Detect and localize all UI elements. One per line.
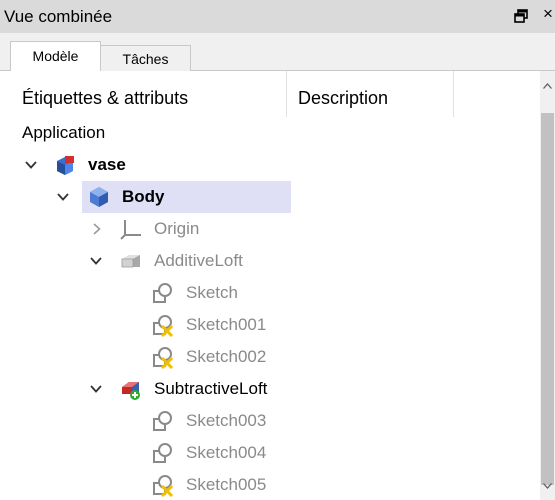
sketch-icon (153, 411, 172, 431)
tree-item-label: Origin (154, 219, 200, 238)
chevron-right-icon[interactable] (90, 222, 104, 236)
scrollbar-thumb[interactable] (541, 113, 554, 485)
sketch-warning-icon (153, 475, 174, 497)
document-icon (57, 156, 74, 175)
tab-taches[interactable]: Tâches (101, 45, 191, 71)
tree-item-label: Sketch001 (186, 315, 267, 334)
sketch-icon (153, 443, 172, 463)
tree-item-sketch001[interactable]: Sketch001 (0, 309, 540, 341)
tree-item-label: Sketch005 (186, 475, 267, 494)
column-header-labels[interactable]: Étiquettes & attributs (0, 71, 287, 117)
tree-item-label: Body (122, 187, 165, 206)
tree-item-label: Sketch (186, 283, 238, 302)
tree-item-sketch002[interactable]: Sketch002 (0, 341, 540, 373)
undock-icon[interactable] (513, 8, 529, 24)
tree-item-label: AdditiveLoft (154, 251, 243, 270)
sketch-warning-icon (153, 347, 174, 369)
chevron-down-icon[interactable] (24, 158, 38, 172)
tree-item-label: SubtractiveLoft (154, 379, 268, 398)
tab-bar: Modèle Tâches (0, 33, 555, 71)
panel-title: Vue combinée (4, 7, 113, 26)
scroll-down-icon[interactable] (543, 483, 552, 489)
model-tree: Application vase Body Origin AdditiveLof… (0, 117, 540, 500)
selection-highlight (82, 181, 291, 213)
sketch-icon (153, 283, 172, 303)
tree-item-label: vase (88, 155, 126, 174)
tree-item-origin[interactable]: Origin (0, 213, 540, 245)
tree-item-sketch[interactable]: Sketch (0, 277, 540, 309)
tree-item-application[interactable]: Application (0, 117, 540, 149)
tree-item-label: Sketch004 (186, 443, 267, 462)
tree-item-additive-loft[interactable]: AdditiveLoft (0, 245, 540, 277)
tree-item-vase[interactable]: vase (0, 149, 540, 181)
tree-item-label: Sketch003 (186, 411, 267, 430)
tab-modele[interactable]: Modèle (10, 41, 101, 71)
origin-axes-icon (120, 220, 141, 240)
chevron-down-icon[interactable] (56, 190, 70, 204)
additive-loft-icon (121, 255, 140, 268)
chevron-down-icon[interactable] (89, 382, 103, 396)
vertical-scrollbar[interactable] (540, 71, 555, 500)
dock-title-bar: Vue combinée × (0, 0, 555, 33)
tree-item-subtractive-loft[interactable]: SubtractiveLoft (0, 373, 540, 405)
tree-item-sketch005[interactable]: Sketch005 (0, 469, 540, 500)
tree-item-label: Sketch002 (186, 347, 267, 366)
tree-item-label: Application (22, 123, 106, 142)
subtractive-loft-icon (122, 382, 140, 400)
scroll-up-icon[interactable] (543, 83, 552, 89)
sketch-warning-icon (153, 315, 174, 337)
tree-header: Étiquettes & attributs Description (0, 71, 540, 117)
body-icon (90, 187, 108, 207)
tree-item-sketch003[interactable]: Sketch003 (0, 405, 540, 437)
tree-item-body[interactable]: Body (0, 181, 540, 213)
tree-item-sketch004[interactable]: Sketch004 (0, 437, 540, 469)
chevron-down-icon[interactable] (89, 254, 103, 268)
close-icon[interactable]: × (543, 4, 553, 24)
column-header-description[interactable]: Description (288, 71, 454, 117)
